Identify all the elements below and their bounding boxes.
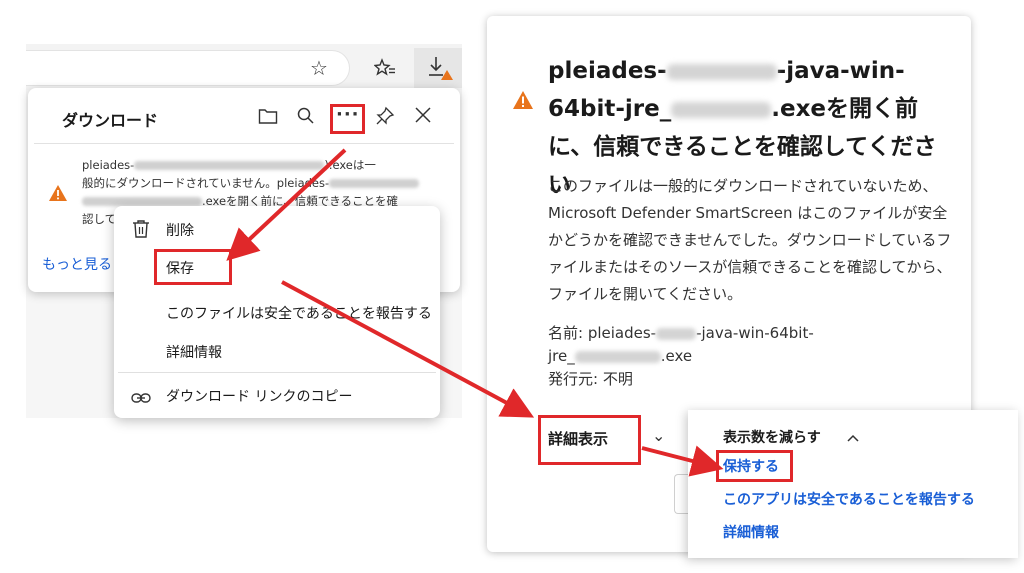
arrow-details-to-keep — [641, 445, 724, 477]
arrow-save-to-details — [281, 280, 535, 418]
annotation-arrows — [226, 148, 724, 477]
arrow-more-to-save — [226, 148, 347, 261]
